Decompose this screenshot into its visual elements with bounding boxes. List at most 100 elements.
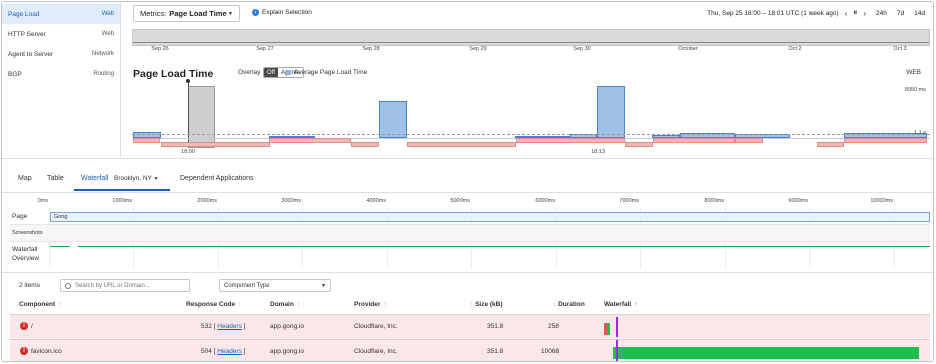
overview-label: October: [678, 46, 698, 52]
pause-icon[interactable]: ⏸: [853, 8, 857, 18]
x-tick-label: 18:13: [591, 149, 605, 155]
range-14d-button[interactable]: 14d: [914, 10, 925, 17]
error-bar[interactable]: [735, 138, 763, 143]
range-24h-button[interactable]: 24h: [876, 10, 887, 17]
overview-label: Oct 3: [893, 46, 907, 52]
ruler-label: 0ms: [37, 198, 48, 204]
response-code-cell: 532 [ Headers ]: [201, 323, 246, 330]
waterfall-overview-label: Waterfall: [12, 246, 38, 253]
overview-label: Oct 2: [788, 46, 802, 52]
column-header-component[interactable]: Component ↑: [19, 301, 61, 308]
sidebar-item-label: Agent to Server: [8, 50, 54, 58]
chart-legend: Average Page Load Time: [286, 69, 367, 76]
page-load-chart[interactable]: 8950 ms 1.1 s 18:00 18:13: [132, 79, 930, 158]
sidebar-item-type: Web: [101, 31, 114, 37]
column-header-size[interactable]: ↑ Size (kB): [467, 301, 503, 308]
table-row[interactable]: ! / 532 [ Headers ] app.gong.io Cloudfla…: [10, 314, 930, 338]
screenshots-row: [10, 224, 930, 242]
component-cell: /: [31, 323, 33, 330]
sidebar-item-type: Web: [101, 11, 114, 17]
error-icon: !: [20, 322, 28, 330]
metrics-prefix: Metrics:: [140, 9, 167, 18]
next-icon[interactable]: ›: [863, 9, 866, 18]
tab-table[interactable]: Table: [47, 175, 64, 182]
y-tick-label: 1.1 s: [914, 130, 926, 136]
metrics-dropdown[interactable]: Metrics: Page Load Time ▼: [133, 5, 240, 22]
tab-map[interactable]: Map: [18, 175, 32, 182]
explain-selection-button[interactable]: i Explain Selection: [252, 9, 312, 16]
sort-icon: ↑: [58, 301, 62, 308]
sidebar-item-bgp[interactable]: BGP Routing: [2, 64, 120, 84]
chevron-down-icon: ▼: [228, 10, 233, 17]
search-icon: [65, 282, 71, 289]
overview-resource-bar: [78, 246, 930, 247]
error-bar[interactable]: [351, 142, 379, 147]
sidebar-item-label: HTTP Server: [8, 30, 46, 38]
tab-waterfall[interactable]: Waterfall: [81, 175, 108, 182]
provider-cell: Cloudflare, Inc.: [354, 348, 398, 355]
page-timeline-bar[interactable]: Gong: [50, 212, 930, 222]
ruler-label: 4000ms: [366, 198, 386, 204]
range-7d-button[interactable]: 7d: [897, 10, 904, 17]
tab-dependent-applications[interactable]: Dependent Applications: [180, 175, 254, 182]
column-header-duration[interactable]: ↑ Duration: [550, 301, 585, 308]
sidebar-item-label: BGP: [8, 70, 22, 78]
column-header-waterfall[interactable]: Waterfall ↑: [604, 301, 637, 308]
error-bar[interactable]: [817, 142, 844, 147]
x-tick-label: 18:00: [181, 149, 195, 155]
error-bar[interactable]: [407, 142, 516, 147]
error-bar[interactable]: [625, 142, 653, 147]
chevron-down-icon: ▼: [321, 282, 326, 289]
component-type-dropdown[interactable]: Component Type ▼: [219, 279, 331, 292]
chevron-down-icon: ▼: [153, 176, 159, 182]
response-code: 532: [201, 323, 212, 330]
overlay-label: Overlay: [238, 69, 261, 76]
error-bar[interactable]: [133, 138, 160, 143]
legend-swatch: [286, 70, 291, 75]
headers-link[interactable]: Headers: [217, 348, 242, 355]
reference-line: [132, 134, 930, 135]
overlay-off-button[interactable]: Off: [264, 68, 278, 77]
sort-icon: ↑: [296, 301, 301, 308]
sidebar-item-label: Page Load: [8, 10, 40, 18]
chart-bar[interactable]: [379, 101, 407, 138]
waterfall-segment: [607, 323, 610, 335]
page-row-label: Page: [12, 213, 28, 220]
prev-icon[interactable]: ‹: [845, 9, 848, 18]
error-bar[interactable]: [516, 138, 625, 143]
chart-title: Page Load Time: [133, 68, 214, 80]
component-cell: favicon.ico: [31, 348, 62, 355]
chart-bar[interactable]: [597, 86, 625, 138]
items-count: 2 items: [19, 282, 40, 289]
sidebar-item-agent-to-server[interactable]: Agent to Server Network: [2, 44, 120, 64]
error-bar[interactable]: [844, 138, 927, 143]
column-header-label: Component: [19, 301, 56, 308]
sort-icon: ↑: [553, 301, 557, 308]
selection-pin-head[interactable]: [186, 79, 190, 83]
timeline-overview[interactable]: [132, 29, 930, 46]
tabs-divider: [2, 192, 933, 193]
table-row[interactable]: ! favicon.ico 504 [ Headers ] app.gong.i…: [10, 339, 930, 361]
explain-selection-label: Explain Selection: [262, 9, 312, 16]
y-tick-label: 8950 ms: [904, 87, 926, 93]
domain-cell: app.gong.io: [270, 348, 304, 355]
column-header-response-code[interactable]: Response Code ↑: [186, 301, 241, 308]
column-header-domain[interactable]: Domain ↑: [270, 301, 300, 308]
headers-link[interactable]: Headers: [217, 323, 242, 330]
overview-label: Sep 26: [151, 46, 169, 52]
sidebar-item-page-load[interactable]: Page Load Web: [2, 4, 120, 24]
info-icon: i: [252, 9, 259, 16]
error-bar[interactable]: [653, 138, 735, 143]
column-header-provider[interactable]: Provider ↑: [354, 301, 387, 308]
size-cell: 351.8: [487, 348, 504, 355]
page-bar-text: Gong: [54, 214, 68, 220]
overview-label: Sep 30: [573, 46, 591, 52]
location-dropdown[interactable]: Brooklyn, NY ▼: [114, 175, 159, 182]
column-header-label: Response Code: [186, 301, 236, 308]
ruler-label: 9000ms: [788, 198, 808, 204]
error-bar[interactable]: [269, 138, 351, 143]
sidebar-item-http-server[interactable]: HTTP Server Web: [2, 24, 120, 44]
error-bar[interactable]: [161, 142, 270, 147]
sort-icon: ↑: [634, 301, 638, 308]
search-input[interactable]: Search by URL or Domain...: [60, 279, 190, 292]
